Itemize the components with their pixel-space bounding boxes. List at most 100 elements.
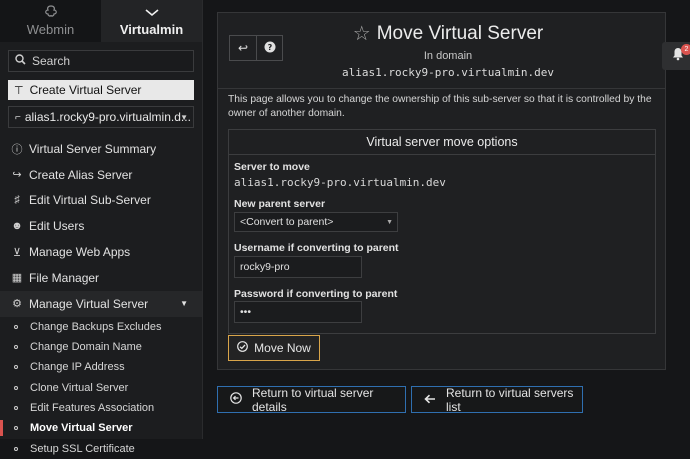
info-icon: ⓘ [11,143,23,156]
tab-virtualmin-label: Virtualmin [119,22,184,37]
search-label: Search [32,54,71,68]
username-field[interactable]: rocky9-pro [234,256,362,278]
sidebar-item-label: Virtual Server Summary [29,141,157,156]
create-server-icon: ⊤ [14,84,24,97]
sidebar-item-virtual-server-summary[interactable]: ⓘ Virtual Server Summary [0,136,202,162]
page-domain: alias1.rocky9-pro.virtualmin.dev [342,66,554,79]
sliders-icon: ♯ [14,194,20,207]
check-circle-icon [237,341,249,355]
bullet-icon [14,385,18,390]
return-list-label: Return to virtual servers list [446,385,574,414]
sidebar-item-manage-virtual-server[interactable]: ⚙ Manage Virtual Server ▼ [0,290,202,317]
domain-selector-value: alias1.rocky9-pro.virtualmin.d... [24,110,191,124]
submenu-item-label: Edit Features Association [30,401,155,414]
gears-icon: ⚙ [12,298,22,311]
tab-virtualmin[interactable]: Virtualmin [101,0,202,42]
intro-text: This page allows you to change the owner… [228,94,652,119]
submenu-item-label: Change IP Address [30,361,125,374]
chevron-down-icon [144,5,159,20]
create-virtual-server-label: Create Virtual Server [29,83,142,97]
sidebar-menu: ⓘ Virtual Server Summary ↪ Create Alias … [0,136,202,459]
sidebar-item-create-alias-server[interactable]: ↪ Create Alias Server [0,162,202,188]
sidebar: Webmin Virtualmin Search ⊤ Create Virtua… [0,0,203,455]
password-field[interactable]: ••• [234,301,362,323]
return-details-label: Return to virtual server details [252,385,374,414]
bullet-icon [14,324,18,329]
star-icon[interactable]: ☆ [353,21,371,46]
page-subtitle: In domain [423,50,473,62]
sidebar-item-label: Edit Users [29,219,85,234]
sidebar-item-label: Create Alias Server [29,167,133,182]
submenu-item-setup-ssl-certificate[interactable]: Setup SSL Certificate [0,438,202,458]
submenu-item-edit-features-association[interactable]: Edit Features Association [0,398,202,418]
username-value: rocky9-pro [240,261,290,273]
submenu-item-clone-virtual-server[interactable]: Clone Virtual Server [0,377,202,397]
server-to-move-value: alias1.rocky9-pro.virtualmin.dev [234,176,446,189]
webmin-logo-icon [44,5,58,20]
bullet-icon [14,345,18,350]
move-server-panel: ↩ ? ☆ Move Virtual Server In domain alia… [217,12,666,370]
notification-badge: 2 [681,44,690,55]
domain-selector[interactable]: ⌐ alias1.rocky9-pro.virtualmin.d... ▼ [8,106,194,128]
submenu-item-label: Clone Virtual Server [30,381,129,394]
tab-webmin-label: Webmin [26,22,75,37]
notifications-button[interactable]: 2 [662,42,690,70]
page-title-text: Move Virtual Server [376,22,544,44]
return-to-details-button[interactable]: Return to virtual server details [217,385,406,414]
options-heading: Virtual server move options [229,130,655,155]
return-to-list-button[interactable]: Return to virtual servers list [411,385,583,414]
caret-down-icon: ▼ [386,218,393,226]
submenu-item-label: Setup SSL Certificate [30,442,135,455]
back-button[interactable]: ↩ [230,36,256,60]
page-title-block: ☆ Move Virtual Server In domain alias1.r… [318,21,578,80]
move-now-label: Move Now [254,341,311,355]
new-parent-select[interactable]: <Convert to parent> ▼ [234,212,398,232]
return-arrow-icon: ↩ [237,41,249,55]
sidebar-item-edit-users[interactable]: ☻ Edit Users [0,213,202,239]
submenu-item-change-backups-excludes[interactable]: Change Backups Excludes [0,317,202,337]
download-icon: ⊻ [12,246,22,259]
panel-header: ↩ ? ☆ Move Virtual Server In domain alia… [218,13,665,89]
bullet-icon [14,426,18,431]
submenu-item-label: Change Backups Excludes [30,320,162,333]
main-content: ↩ ? ☆ Move Virtual Server In domain alia… [204,0,690,439]
sidebar-item-label: Edit Virtual Sub-Server [29,193,151,208]
new-parent-label: New parent server [234,198,326,210]
sidebar-item-file-manager[interactable]: ▦ File Manager [0,265,202,291]
question-icon: ? [264,41,276,56]
create-virtual-server-button[interactable]: ⊤ Create Virtual Server [8,80,194,100]
submenu-item-label: Move Virtual Server [30,422,133,435]
sidebar-item-edit-virtual-sub-server[interactable]: ♯ Edit Virtual Sub-Server [0,188,202,214]
sidebar-item-label: Manage Virtual Server [29,296,149,311]
arrow-circle-left-icon [230,392,242,407]
tab-webmin[interactable]: Webmin [0,0,101,42]
bullet-icon [14,365,18,370]
caret-down-icon: ▼ [180,112,188,122]
sidebar-item-manage-web-apps[interactable]: ⊻ Manage Web Apps [0,239,202,265]
new-parent-value: <Convert to parent> [240,216,334,228]
submenu-item-move-virtual-server[interactable]: Move Virtual Server [0,418,202,438]
sidebar-item-label: Manage Web Apps [29,245,131,260]
move-options-table: Virtual server move options Server to mo… [228,129,656,334]
share-icon: ↪ [12,169,22,182]
help-button[interactable]: ? [256,36,282,60]
bullet-icon [14,446,18,451]
search-input[interactable]: Search [8,50,194,72]
password-value: ••• [240,306,252,318]
page-title: ☆ Move Virtual Server [318,21,578,46]
header-nav-buttons: ↩ ? [229,35,283,61]
move-now-button[interactable]: Move Now [228,335,320,361]
folder-icon: ▦ [11,272,23,285]
submenu-item-change-domain-name[interactable]: Change Domain Name [0,337,202,357]
product-switcher: Webmin Virtualmin [0,0,202,42]
server-to-move-label: Server to move [234,161,310,173]
search-icon [15,54,26,68]
username-label: Username if converting to parent [234,242,399,254]
subserver-icon: ⌐ [15,111,21,123]
users-icon: ☻ [11,220,23,233]
submenu-item-label: Change Domain Name [30,341,142,354]
submenu-item-change-ip-address[interactable]: Change IP Address [0,357,202,377]
arrow-left-icon [424,393,436,407]
bullet-icon [14,405,18,410]
password-label: Password if converting to parent [234,288,398,300]
